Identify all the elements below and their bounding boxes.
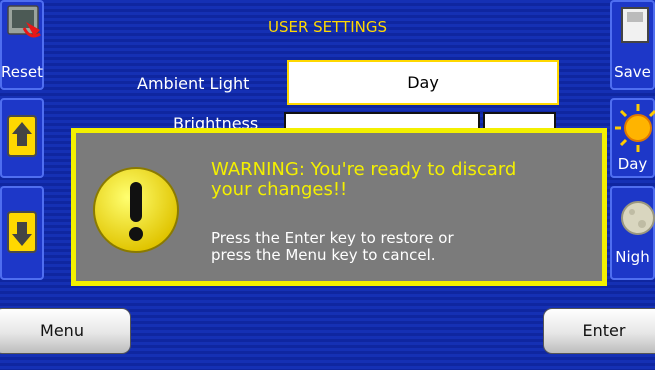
info-line-2: press the Menu key to cancel. [211, 246, 436, 264]
reset-label: Reset [1, 63, 43, 81]
night-label: Nigh [615, 248, 650, 266]
save-button[interactable]: Save [610, 0, 655, 90]
settings-screen: USER SETTINGS Reset Save Day Nigh Ambien… [0, 0, 655, 370]
discard-warning-dialog: WARNING: You're ready to discard your ch… [71, 128, 607, 286]
night-mode-button[interactable]: Nigh [610, 186, 655, 280]
scroll-up-button[interactable] [0, 98, 44, 178]
moon-icon [621, 201, 655, 235]
ambient-light-label: Ambient Light [137, 74, 250, 93]
page-title: USER SETTINGS [267, 18, 388, 36]
save-label: Save [614, 63, 651, 81]
sun-icon [615, 104, 655, 152]
menu-button[interactable]: Menu [0, 309, 130, 353]
reset-button[interactable]: Reset [0, 0, 44, 90]
ambient-light-field[interactable]: Day [287, 60, 559, 105]
reset-icon [7, 5, 41, 38]
save-icon [621, 7, 649, 43]
warning-icon [93, 167, 179, 253]
day-label: Day [617, 155, 648, 173]
arrow-down-icon [7, 211, 37, 253]
info-line-1: Press the Enter key to restore or [211, 229, 454, 247]
enter-button[interactable]: Enter [544, 309, 655, 353]
scroll-down-button[interactable] [0, 186, 44, 280]
warning-line-2: your changes!! [211, 179, 348, 200]
warning-line-1: WARNING: You're ready to discard [211, 159, 517, 180]
arrow-up-icon [7, 115, 37, 157]
day-mode-button[interactable]: Day [610, 98, 655, 178]
